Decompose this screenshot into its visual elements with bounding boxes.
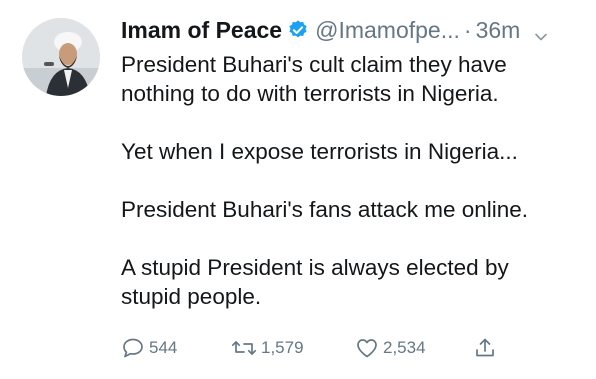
tweet-header: Imam of Peace @Imamofpe... · 36m [121, 12, 574, 48]
tweet-actions: 544 1,579 2,534 [121, 336, 497, 360]
chevron-down-icon[interactable] [534, 23, 548, 41]
retweet-count: 1,579 [261, 338, 304, 357]
timestamp[interactable]: 36m [476, 17, 521, 44]
like-button[interactable]: 2,534 [355, 336, 473, 360]
reply-count: 544 [149, 338, 178, 357]
avatar[interactable] [22, 18, 100, 96]
share-button[interactable] [473, 336, 497, 360]
tweet-body: Imam of Peace @Imamofpe... · 36m Preside… [121, 12, 574, 311]
share-icon [476, 338, 494, 357]
tweet-paragraph: A stupid President is always elected by … [121, 255, 509, 309]
retweet-icon [231, 341, 257, 355]
tweet-paragraph: President Buhari's cult claim they have … [121, 52, 507, 106]
tweet-paragraph: President Buhari's fans attack me online… [121, 197, 529, 222]
like-count: 2,534 [383, 338, 426, 357]
tweet: Imam of Peace @Imamofpe... · 36m Preside… [0, 0, 596, 379]
tweet-text: President Buhari's cult claim they have … [121, 50, 574, 311]
user-handle[interactable]: @Imamofpe... [315, 17, 460, 44]
retweet-button[interactable]: 1,579 [231, 336, 355, 360]
separator-dot: · [463, 16, 472, 43]
verified-badge-icon [287, 19, 309, 41]
display-name[interactable]: Imam of Peace [121, 17, 282, 44]
reply-button[interactable]: 544 [121, 336, 231, 360]
tweet-paragraph: Yet when I expose terrorists in Nigeria.… [121, 139, 518, 164]
heart-icon [357, 339, 377, 358]
reply-icon [123, 338, 143, 358]
avatar-photo [22, 18, 100, 96]
